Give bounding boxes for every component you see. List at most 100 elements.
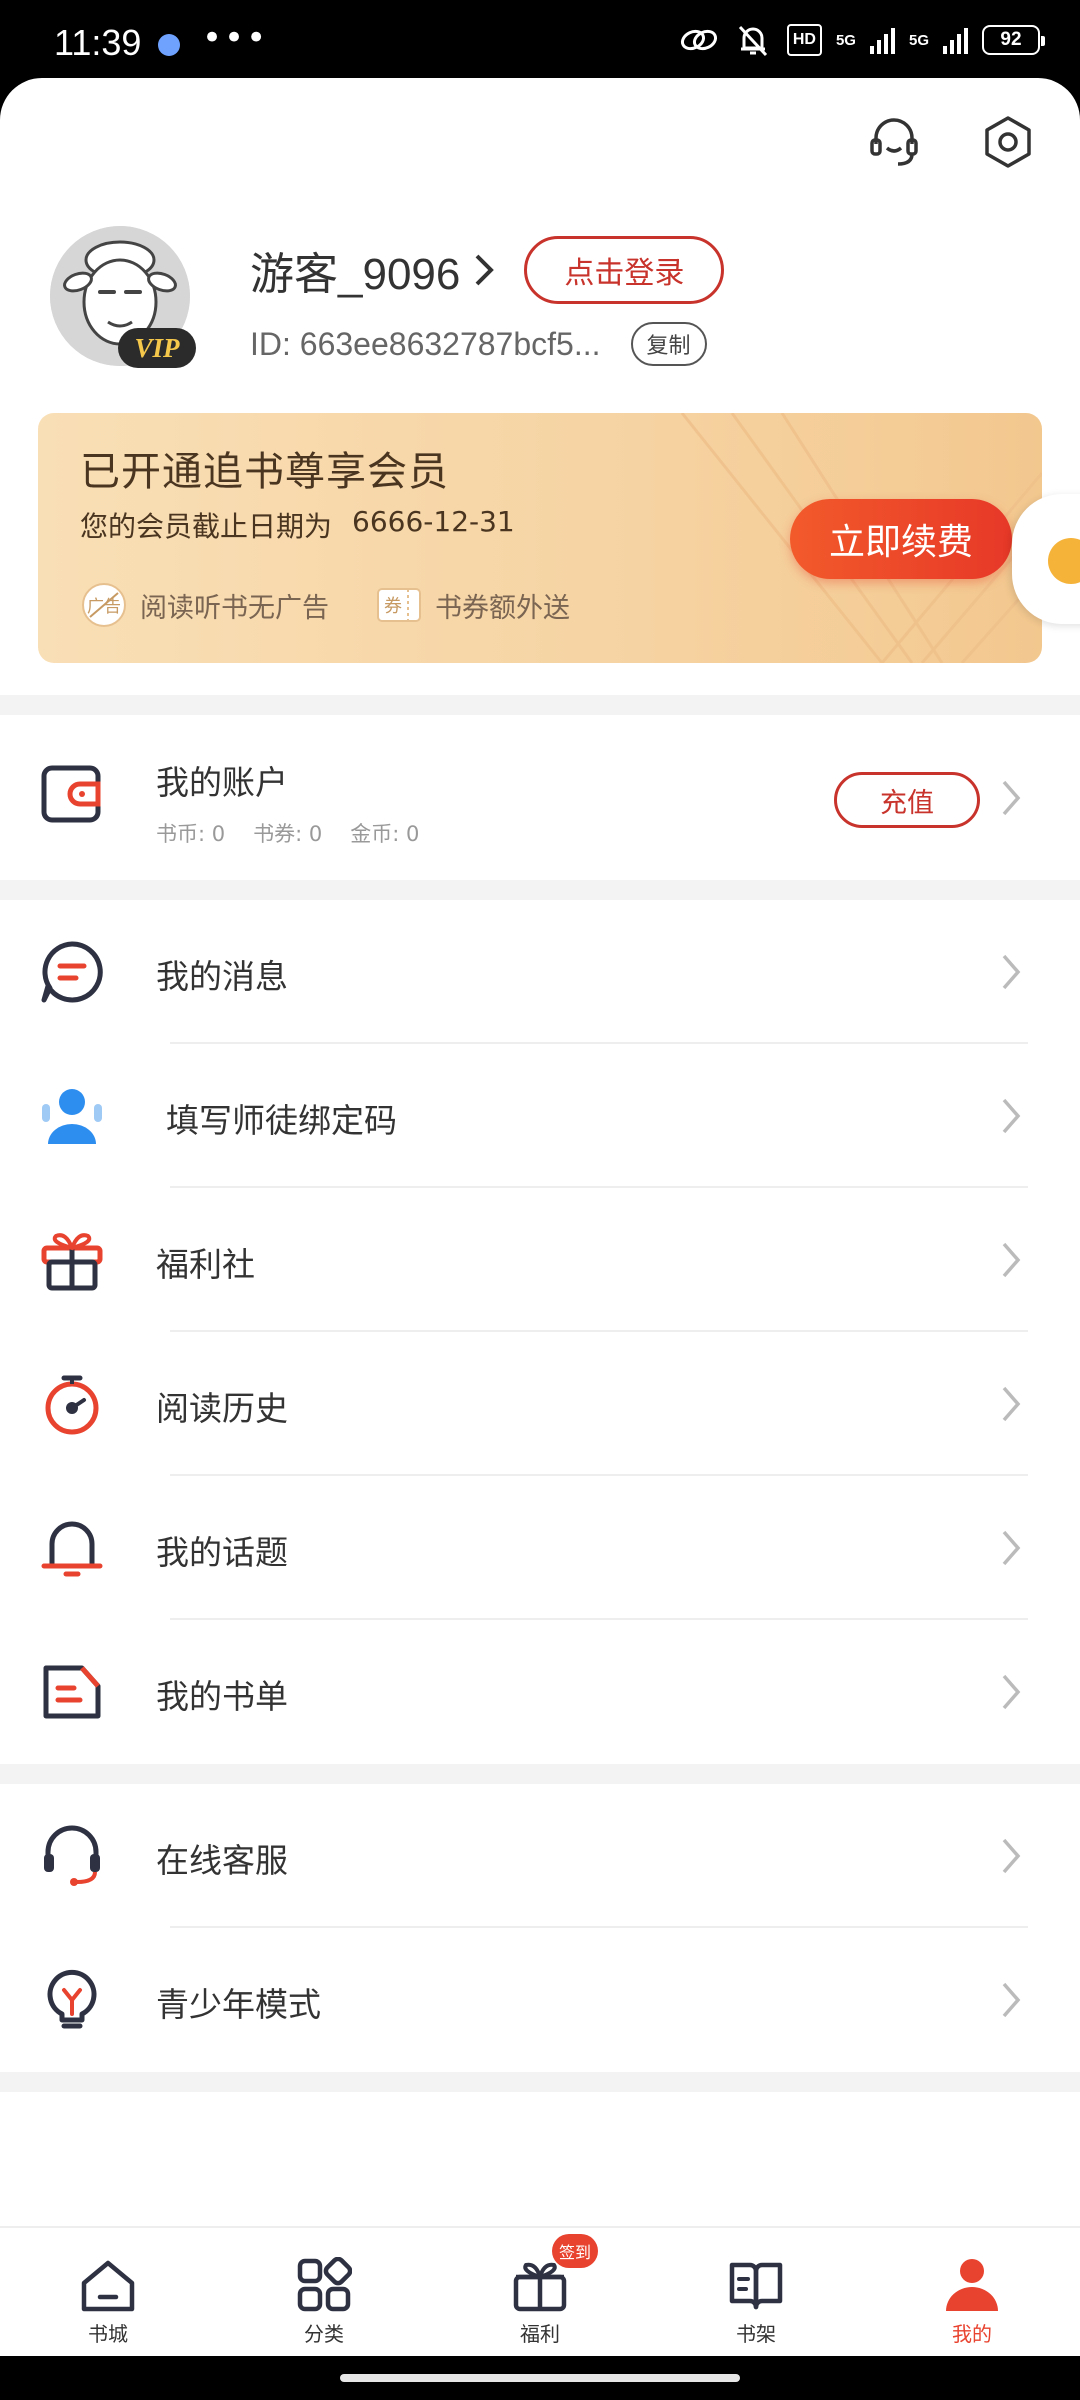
status-indicators: HD 5G 5G 92: [679, 20, 1045, 60]
vip-expire-label: 您的会员截止日期为: [80, 510, 333, 543]
network-type-1: 5G: [835, 31, 856, 49]
user-id: ID: 663ee8632787bcf5...: [250, 325, 601, 362]
menu-label: 福利社: [156, 1245, 255, 1284]
bookshelf-icon: [724, 2256, 788, 2314]
mute-bell-icon: [733, 22, 773, 58]
more-notifications-icon: •••: [202, 18, 269, 58]
vip-membership-card[interactable]: 已开通追书尊享会员 您的会员截止日期为 6666-12-31 广告 阅读听书无广…: [38, 413, 1042, 663]
signal-icon-1: [869, 26, 895, 54]
menu-item-teen-mode[interactable]: 青少年模式: [0, 1928, 1080, 2072]
lightbulb-icon: [36, 1964, 108, 2036]
menu-label: 在线客服: [156, 1841, 288, 1880]
chevron-right-icon: [998, 1096, 1024, 1136]
nav-bookstore[interactable]: 书城: [0, 2228, 216, 2358]
signal-icon-2: [943, 26, 968, 54]
gold-coin-balance: 金币: 0: [350, 822, 420, 846]
book-coin-balance: 书币: 0: [156, 822, 226, 846]
booklist-icon: [36, 1656, 108, 1728]
menu-label: 填写师徒绑定码: [166, 1101, 397, 1140]
menu-label: 阅读历史: [156, 1389, 288, 1428]
chevron-right-icon: [472, 250, 504, 290]
menu-item-my-messages[interactable]: 我的消息: [0, 900, 1080, 1044]
copy-id-button[interactable]: 复制: [630, 322, 707, 366]
username[interactable]: 游客_9096: [250, 238, 460, 302]
book-coupon-balance: 书券: 0: [253, 822, 323, 846]
renew-button[interactable]: 立即续费: [790, 499, 1012, 579]
section-divider: [0, 880, 1080, 900]
menu-item-my-topics[interactable]: 我的话题: [0, 1476, 1080, 1620]
vip-badge: VIP: [118, 328, 196, 368]
chevron-right-icon: [998, 1980, 1024, 2020]
nav-profile[interactable]: 我的: [864, 2228, 1080, 2358]
benefit-coupon: 券 书券额外送: [375, 581, 570, 629]
wallet-icon: [36, 758, 108, 830]
section-divider: [0, 1764, 1080, 1784]
nav-welfare[interactable]: 签到 福利: [432, 2228, 648, 2358]
section-divider: [0, 695, 1080, 715]
headset-icon: [36, 1820, 108, 1892]
app-notification-icon: [158, 34, 180, 56]
login-button[interactable]: 点击登录: [524, 236, 725, 304]
status-time: 11:39: [54, 22, 142, 63]
top-actions: [866, 114, 1036, 170]
nav-label: 分类: [304, 2322, 344, 2346]
my-account-label: 我的账户: [156, 763, 288, 802]
menu-label: 我的话题: [156, 1533, 288, 1572]
coin-icon: [1048, 538, 1080, 584]
account-balances: 书币: 0 书券: 0 金币: 0: [156, 818, 419, 848]
nav-label: 书架: [736, 2322, 776, 2346]
chevron-right-icon: [998, 1384, 1024, 1424]
mentor-icon: [36, 1080, 108, 1152]
bottom-nav: 书城 分类 签到 福利 书架 我的: [0, 2226, 1080, 2356]
nav-label: 福利: [520, 2322, 560, 2346]
customer-service-icon[interactable]: [866, 114, 922, 170]
svg-text:券: 券: [384, 596, 402, 617]
menu-item-online-service[interactable]: 在线客服: [0, 1784, 1080, 1928]
menu-item-mentor-code[interactable]: 填写师徒绑定码: [0, 1044, 1080, 1188]
category-icon: [292, 2256, 356, 2314]
menu-item-welfare[interactable]: 福利社: [0, 1188, 1080, 1332]
message-icon: [36, 936, 108, 1008]
section-divider: [0, 2072, 1080, 2092]
vip-expire-date: 6666-12-31: [352, 505, 515, 538]
recharge-button[interactable]: 充值: [834, 772, 980, 828]
gift-icon: [36, 1224, 108, 1296]
nav-label: 我的: [952, 2322, 992, 2346]
benefit-no-ads: 广告 阅读听书无广告: [80, 581, 329, 629]
home-indicator[interactable]: [340, 2374, 740, 2382]
my-account-row[interactable]: 我的账户 书币: 0 书券: 0 金币: 0 充值: [0, 718, 1080, 876]
benefit-label: 阅读听书无广告: [140, 592, 329, 624]
no-ad-icon: 广告: [80, 581, 128, 629]
menu-item-my-booklist[interactable]: 我的书单: [0, 1620, 1080, 1764]
menu-label: 我的消息: [156, 957, 288, 996]
nav-bookshelf[interactable]: 书架: [648, 2228, 864, 2358]
coupon-icon: 券: [375, 581, 423, 629]
benefit-label: 书券额外送: [435, 592, 570, 624]
network-type-2: 5G: [908, 31, 929, 49]
gesture-bar: [0, 2356, 1080, 2400]
vip-expire: 您的会员截止日期为 6666-12-31: [80, 505, 515, 545]
menu-item-reading-history[interactable]: 阅读历史: [0, 1332, 1080, 1476]
menu-label: 青少年模式: [156, 1985, 321, 2024]
history-icon: [36, 1368, 108, 1440]
settings-icon[interactable]: [980, 114, 1036, 170]
username-row[interactable]: 游客_9096 点击登录: [250, 236, 725, 304]
user-id-row: ID: 663ee8632787bcf5... 复制: [250, 322, 707, 366]
vip-title: 已开通追书尊享会员: [80, 449, 449, 495]
topic-bell-icon: [36, 1512, 108, 1584]
bookstore-icon: [76, 2256, 140, 2314]
chevron-right-icon: [998, 1836, 1024, 1876]
profile-page: VIP 游客_9096 点击登录 ID: 663ee8632787bcf5...…: [0, 78, 1080, 2240]
avatar[interactable]: VIP: [50, 226, 196, 368]
vip-benefits: 广告 阅读听书无广告 券 书券额外送: [80, 581, 570, 629]
chevron-right-icon: [998, 778, 1024, 818]
chevron-right-icon: [998, 1672, 1024, 1712]
chevron-right-icon: [998, 952, 1024, 992]
checkin-badge: 签到: [552, 2234, 598, 2268]
profile-icon: [940, 2256, 1004, 2314]
chevron-right-icon: [998, 1528, 1024, 1568]
floating-coin-widget[interactable]: [1012, 494, 1080, 624]
nav-category[interactable]: 分类: [216, 2228, 432, 2358]
nav-label: 书城: [88, 2322, 128, 2346]
hd-voice-icon: HD: [786, 24, 822, 56]
